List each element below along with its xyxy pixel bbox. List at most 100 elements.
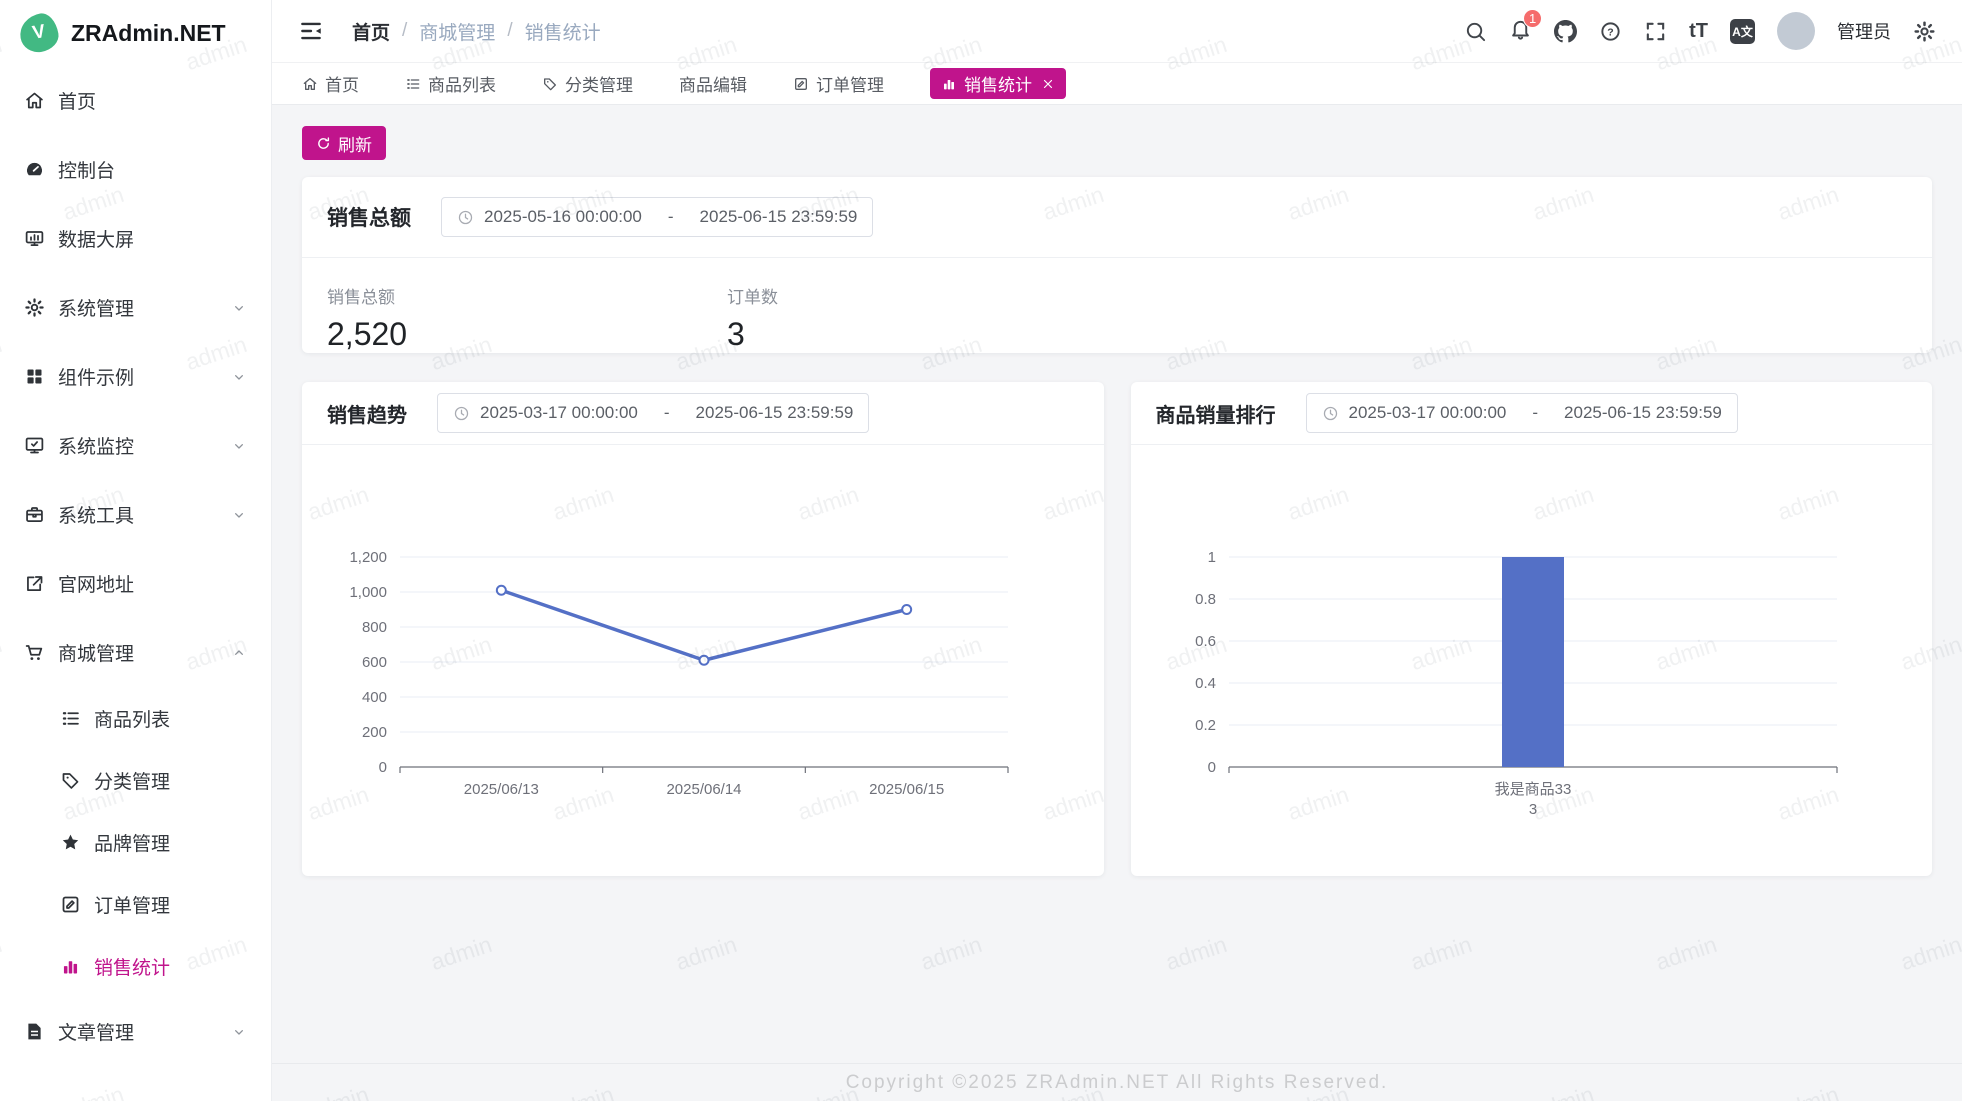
tab-product-edit[interactable]: 商品编辑 bbox=[679, 71, 747, 96]
sales-total-card: 销售总额 2025-05-16 00:00:00 - 2025-06-15 23… bbox=[302, 177, 1932, 353]
order-icon bbox=[793, 76, 809, 92]
app-root: V ZRAdmin.NET 首页 控制台 数据大屏 系统管理 bbox=[0, 0, 1962, 1101]
language-icon[interactable]: A文 bbox=[1730, 19, 1755, 44]
clock-icon bbox=[453, 405, 470, 422]
stat-label: 订单数 bbox=[727, 283, 1127, 308]
refresh-label: 刷新 bbox=[338, 131, 372, 156]
svg-text:2025/06/13: 2025/06/13 bbox=[464, 781, 539, 798]
stat-value: 2,520 bbox=[327, 316, 727, 353]
svg-text:0.6: 0.6 bbox=[1195, 633, 1216, 650]
breadcrumb-separator: / bbox=[507, 20, 512, 42]
date-range-picker[interactable]: 2025-03-17 00:00:00 - 2025-06-15 23:59:5… bbox=[1306, 393, 1738, 433]
sidebar-item-system-monitor[interactable]: 系统监控 bbox=[0, 411, 271, 480]
sidebar-item-components[interactable]: 组件示例 bbox=[0, 342, 271, 411]
clock-icon bbox=[457, 209, 474, 226]
tab-sales-stats[interactable]: 销售统计 bbox=[930, 68, 1066, 99]
notifications-button[interactable]: 1 bbox=[1509, 17, 1532, 45]
logo-icon: V bbox=[17, 11, 61, 55]
search-icon[interactable] bbox=[1464, 20, 1487, 43]
product-rank-bar-chart: 00.20.40.60.81我是商品333 bbox=[1131, 447, 1889, 847]
sidebar-item-brand-manage[interactable]: 品牌管理 bbox=[0, 811, 271, 873]
sidebar-menu: 首页 控制台 数据大屏 系统管理 组件示例 系统监控 bbox=[0, 66, 271, 1101]
tab-product-list[interactable]: 商品列表 bbox=[405, 71, 496, 96]
cart-icon bbox=[24, 642, 45, 663]
stat-sales-total: 销售总额 2,520 bbox=[327, 283, 727, 353]
breadcrumb-item-mall[interactable]: 商城管理 bbox=[419, 18, 495, 45]
tab-home[interactable]: 首页 bbox=[302, 71, 359, 96]
sidebar-item-home[interactable]: 首页 bbox=[0, 66, 271, 135]
clock-icon bbox=[1322, 405, 1339, 422]
notification-badge: 1 bbox=[1523, 9, 1542, 28]
date-start: 2025-05-16 00:00:00 bbox=[484, 207, 642, 227]
svg-text:0: 0 bbox=[379, 759, 387, 776]
dashboard-icon bbox=[24, 159, 45, 180]
stat-label: 销售总额 bbox=[327, 283, 727, 308]
bar-chart-icon bbox=[941, 76, 957, 92]
help-icon[interactable] bbox=[1599, 20, 1622, 43]
main-column: 首页 / 商城管理 / 销售统计 1 tT A文 管理员 bbox=[272, 0, 1962, 1101]
tab-order-manage[interactable]: 订单管理 bbox=[793, 71, 884, 96]
svg-text:1,200: 1,200 bbox=[349, 549, 387, 566]
app-logo[interactable]: V ZRAdmin.NET bbox=[0, 0, 271, 66]
sidebar-item-system-tools[interactable]: 系统工具 bbox=[0, 480, 271, 549]
github-icon[interactable] bbox=[1554, 20, 1577, 43]
svg-text:0.8: 0.8 bbox=[1195, 591, 1216, 608]
svg-text:0.2: 0.2 bbox=[1195, 717, 1216, 734]
fullscreen-icon[interactable] bbox=[1644, 20, 1667, 43]
refresh-button[interactable]: 刷新 bbox=[302, 126, 386, 160]
svg-text:400: 400 bbox=[362, 689, 387, 706]
toolbox-icon bbox=[24, 504, 45, 525]
date-separator: - bbox=[664, 403, 670, 423]
tag-icon bbox=[60, 770, 81, 791]
sidebar-item-sales-stats[interactable]: 销售统计 bbox=[0, 935, 271, 997]
sidebar-item-label: 商品列表 bbox=[94, 705, 170, 732]
list-icon bbox=[405, 76, 421, 92]
sidebar-item-label: 系统监控 bbox=[58, 432, 134, 459]
font-size-icon[interactable]: tT bbox=[1689, 20, 1708, 43]
card-title: 销售趋势 bbox=[327, 399, 407, 428]
sidebar: V ZRAdmin.NET 首页 控制台 数据大屏 系统管理 bbox=[0, 0, 272, 1101]
sidebar-item-category-manage[interactable]: 分类管理 bbox=[0, 749, 271, 811]
date-end: 2025-06-15 23:59:59 bbox=[1564, 403, 1722, 423]
sidebar-fold-icon[interactable] bbox=[298, 18, 324, 44]
sidebar-item-mall-manage[interactable]: 商城管理 bbox=[0, 618, 271, 687]
chevron-down-icon bbox=[231, 438, 247, 454]
sidebar-item-order-manage[interactable]: 订单管理 bbox=[0, 873, 271, 935]
sidebar-item-article-manage[interactable]: 文章管理 bbox=[0, 997, 271, 1066]
date-separator: - bbox=[668, 207, 674, 227]
tab-label: 销售统计 bbox=[964, 71, 1032, 96]
tab-label: 首页 bbox=[325, 71, 359, 96]
sidebar-item-console[interactable]: 控制台 bbox=[0, 135, 271, 204]
date-range-picker[interactable]: 2025-03-17 00:00:00 - 2025-06-15 23:59:5… bbox=[437, 393, 869, 433]
article-icon bbox=[24, 1021, 45, 1042]
sidebar-item-data-screen[interactable]: 数据大屏 bbox=[0, 204, 271, 273]
username[interactable]: 管理员 bbox=[1837, 18, 1891, 44]
date-separator: - bbox=[1532, 403, 1538, 423]
settings-gear-icon[interactable] bbox=[1913, 20, 1936, 43]
breadcrumb-item-sales-stats[interactable]: 销售统计 bbox=[525, 18, 601, 45]
svg-text:200: 200 bbox=[362, 724, 387, 741]
chevron-down-icon bbox=[231, 1024, 247, 1040]
svg-text:3: 3 bbox=[1528, 801, 1536, 818]
date-start: 2025-03-17 00:00:00 bbox=[480, 403, 638, 423]
sidebar-item-product-list[interactable]: 商品列表 bbox=[0, 687, 271, 749]
tab-label: 订单管理 bbox=[816, 71, 884, 96]
avatar[interactable] bbox=[1777, 12, 1815, 50]
tab-category-manage[interactable]: 分类管理 bbox=[542, 71, 633, 96]
svg-text:我是商品33: 我是商品33 bbox=[1494, 781, 1571, 798]
breadcrumb-item-home[interactable]: 首页 bbox=[352, 18, 390, 45]
sidebar-item-website[interactable]: 官网地址 bbox=[0, 549, 271, 618]
svg-text:2025/06/14: 2025/06/14 bbox=[666, 781, 741, 798]
svg-text:1,000: 1,000 bbox=[349, 584, 387, 601]
sidebar-item-system-manage[interactable]: 系统管理 bbox=[0, 273, 271, 342]
components-icon bbox=[24, 366, 45, 387]
sidebar-item-label: 系统工具 bbox=[58, 501, 134, 528]
breadcrumb: 首页 / 商城管理 / 销售统计 bbox=[352, 18, 601, 45]
svg-text:800: 800 bbox=[362, 619, 387, 636]
chevron-down-icon bbox=[231, 507, 247, 523]
close-icon[interactable] bbox=[1041, 77, 1055, 91]
stat-value: 3 bbox=[727, 316, 1127, 353]
date-range-picker[interactable]: 2025-05-16 00:00:00 - 2025-06-15 23:59:5… bbox=[441, 197, 873, 237]
svg-text:2025/06/15: 2025/06/15 bbox=[869, 781, 944, 798]
sidebar-item-label: 控制台 bbox=[58, 156, 115, 183]
